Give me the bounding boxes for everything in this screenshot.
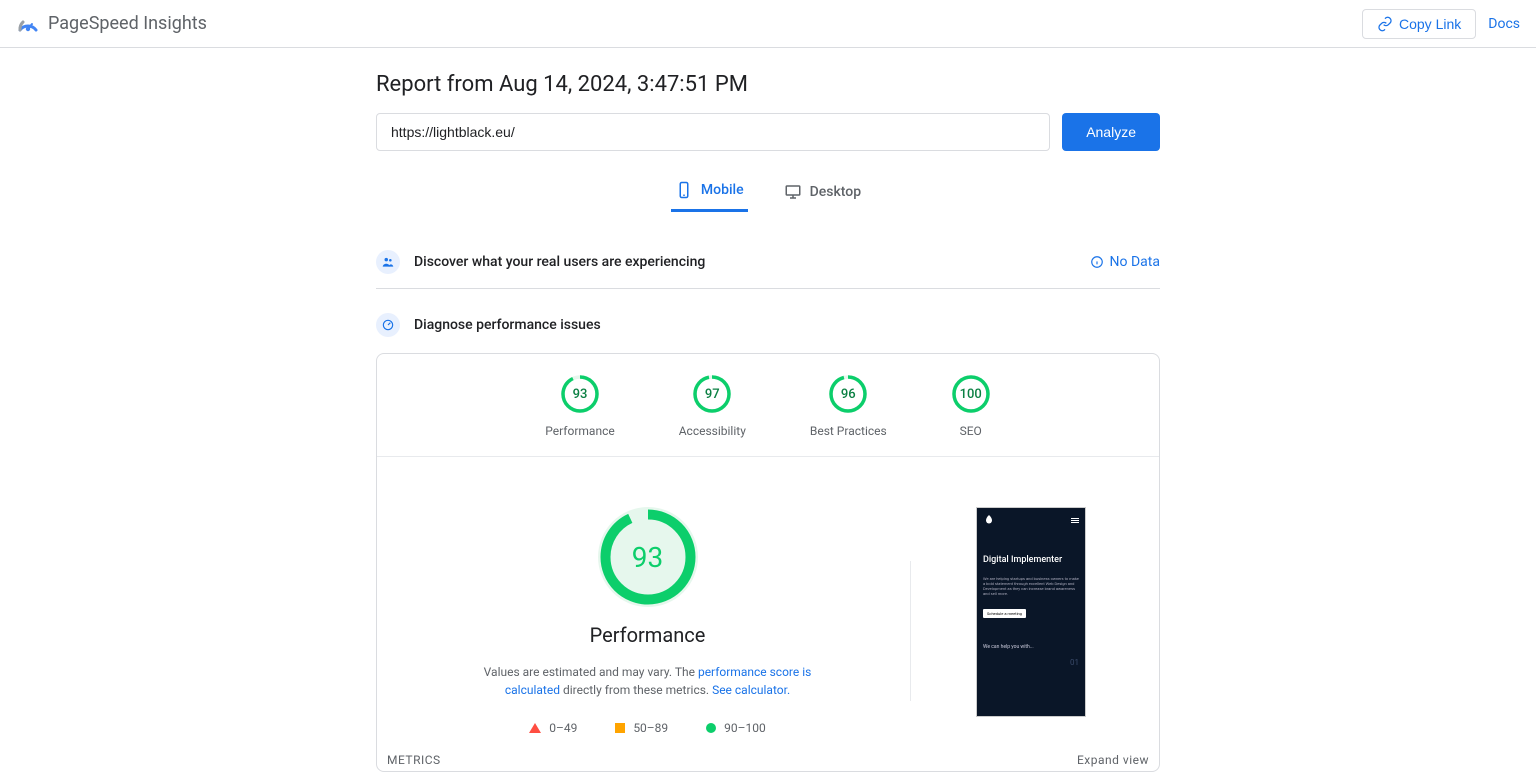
triangle-icon (529, 723, 541, 733)
circle-icon (706, 723, 716, 733)
preview-logo-icon (983, 514, 995, 526)
report-title: Report from Aug 14, 2024, 3:47:51 PM (376, 72, 1160, 97)
diagnose-title: Diagnose performance issues (414, 317, 601, 333)
preview-number: 01 (983, 658, 1079, 667)
tab-mobile[interactable]: Mobile (671, 171, 748, 212)
gauge-ring: 97 (692, 374, 732, 414)
performance-score: 93 (598, 507, 698, 607)
performance-description: Values are estimated and may vary. The p… (478, 663, 818, 699)
diagnose-section: Diagnose performance issues (376, 313, 1160, 343)
link-icon (1377, 16, 1393, 32)
no-data-link[interactable]: No Data (1090, 254, 1160, 270)
metrics-label: METRICS (387, 753, 441, 767)
gauge-label: Best Practices (810, 424, 887, 438)
gauge-best-practices[interactable]: 96 Best Practices (810, 374, 887, 438)
gauge-label: Accessibility (679, 424, 746, 438)
preview-footer: We can help you with... (983, 644, 1079, 650)
gauge-ring: 96 (828, 374, 868, 414)
preview-body: We are helping startups and business own… (983, 576, 1079, 597)
square-icon (615, 723, 625, 733)
diagnose-badge-icon (376, 313, 400, 337)
url-row: Analyze (376, 113, 1160, 151)
mobile-icon (675, 181, 693, 199)
gauge-ring: 93 (560, 374, 600, 414)
discover-section: Discover what your real users are experi… (376, 236, 1160, 289)
performance-detail: 93 Performance Values are estimated and … (377, 457, 1159, 735)
gauge-score: 93 (560, 374, 600, 414)
legend-pass: 90–100 (706, 721, 766, 735)
tab-mobile-label: Mobile (701, 182, 744, 198)
scorecard: 93 Performance 97 Accessibility 96 Best Pract… (376, 353, 1160, 772)
see-calculator-link[interactable]: See calculator. (712, 683, 790, 697)
hamburger-icon (1071, 518, 1079, 523)
tab-desktop-label: Desktop (810, 184, 861, 200)
analyze-button[interactable]: Analyze (1062, 113, 1160, 151)
header-left: PageSpeed Insights (16, 12, 207, 36)
gauges-row: 93 Performance 97 Accessibility 96 Best Pract… (377, 374, 1159, 457)
info-icon (1090, 255, 1104, 269)
main-container: Report from Aug 14, 2024, 3:47:51 PM Ana… (376, 48, 1160, 772)
legend-fail: 0–49 (529, 721, 577, 735)
tab-desktop[interactable]: Desktop (780, 171, 865, 212)
preview-header (983, 514, 1079, 526)
copy-link-button[interactable]: Copy Link (1362, 9, 1476, 39)
gauge-score: 96 (828, 374, 868, 414)
app-title: PageSpeed Insights (48, 13, 207, 34)
preview-title: Digital Implementer (983, 556, 1079, 566)
performance-left: 93 Performance Values are estimated and … (405, 507, 890, 735)
discover-title: Discover what your real users are experi… (414, 254, 705, 270)
header-right: Copy Link Docs (1362, 9, 1520, 39)
vertical-divider (910, 561, 911, 701)
url-input[interactable] (376, 113, 1050, 151)
performance-big-gauge: 93 (598, 507, 698, 607)
preview-cta: Schedule a meeting (983, 609, 1026, 618)
gauge-accessibility[interactable]: 97 Accessibility (679, 374, 746, 438)
gauge-ring: 100 (951, 374, 991, 414)
gauge-score: 100 (951, 374, 991, 414)
performance-name: Performance (590, 623, 706, 647)
users-badge-icon (376, 250, 400, 274)
copy-link-label: Copy Link (1399, 16, 1461, 32)
metrics-header: METRICS Expand view (377, 735, 1159, 771)
gauge-performance[interactable]: 93 Performance (545, 374, 614, 438)
expand-view-link[interactable]: Expand view (1077, 753, 1149, 767)
pagespeed-logo-icon (16, 12, 40, 36)
docs-link[interactable]: Docs (1488, 16, 1520, 32)
device-tabs: Mobile Desktop (376, 171, 1160, 212)
no-data-label: No Data (1110, 254, 1160, 270)
desktop-icon (784, 183, 802, 201)
score-legend: 0–49 50–89 90–100 (529, 721, 766, 735)
gauge-label: SEO (960, 424, 982, 438)
gauge-label: Performance (545, 424, 614, 438)
screenshot-preview: Digital Implementer We are helping start… (931, 507, 1131, 717)
phone-preview: Digital Implementer We are helping start… (976, 507, 1086, 717)
app-header: PageSpeed Insights Copy Link Docs (0, 0, 1536, 48)
gauge-seo[interactable]: 100 SEO (951, 374, 991, 438)
gauge-score: 97 (692, 374, 732, 414)
legend-average: 50–89 (615, 721, 668, 735)
